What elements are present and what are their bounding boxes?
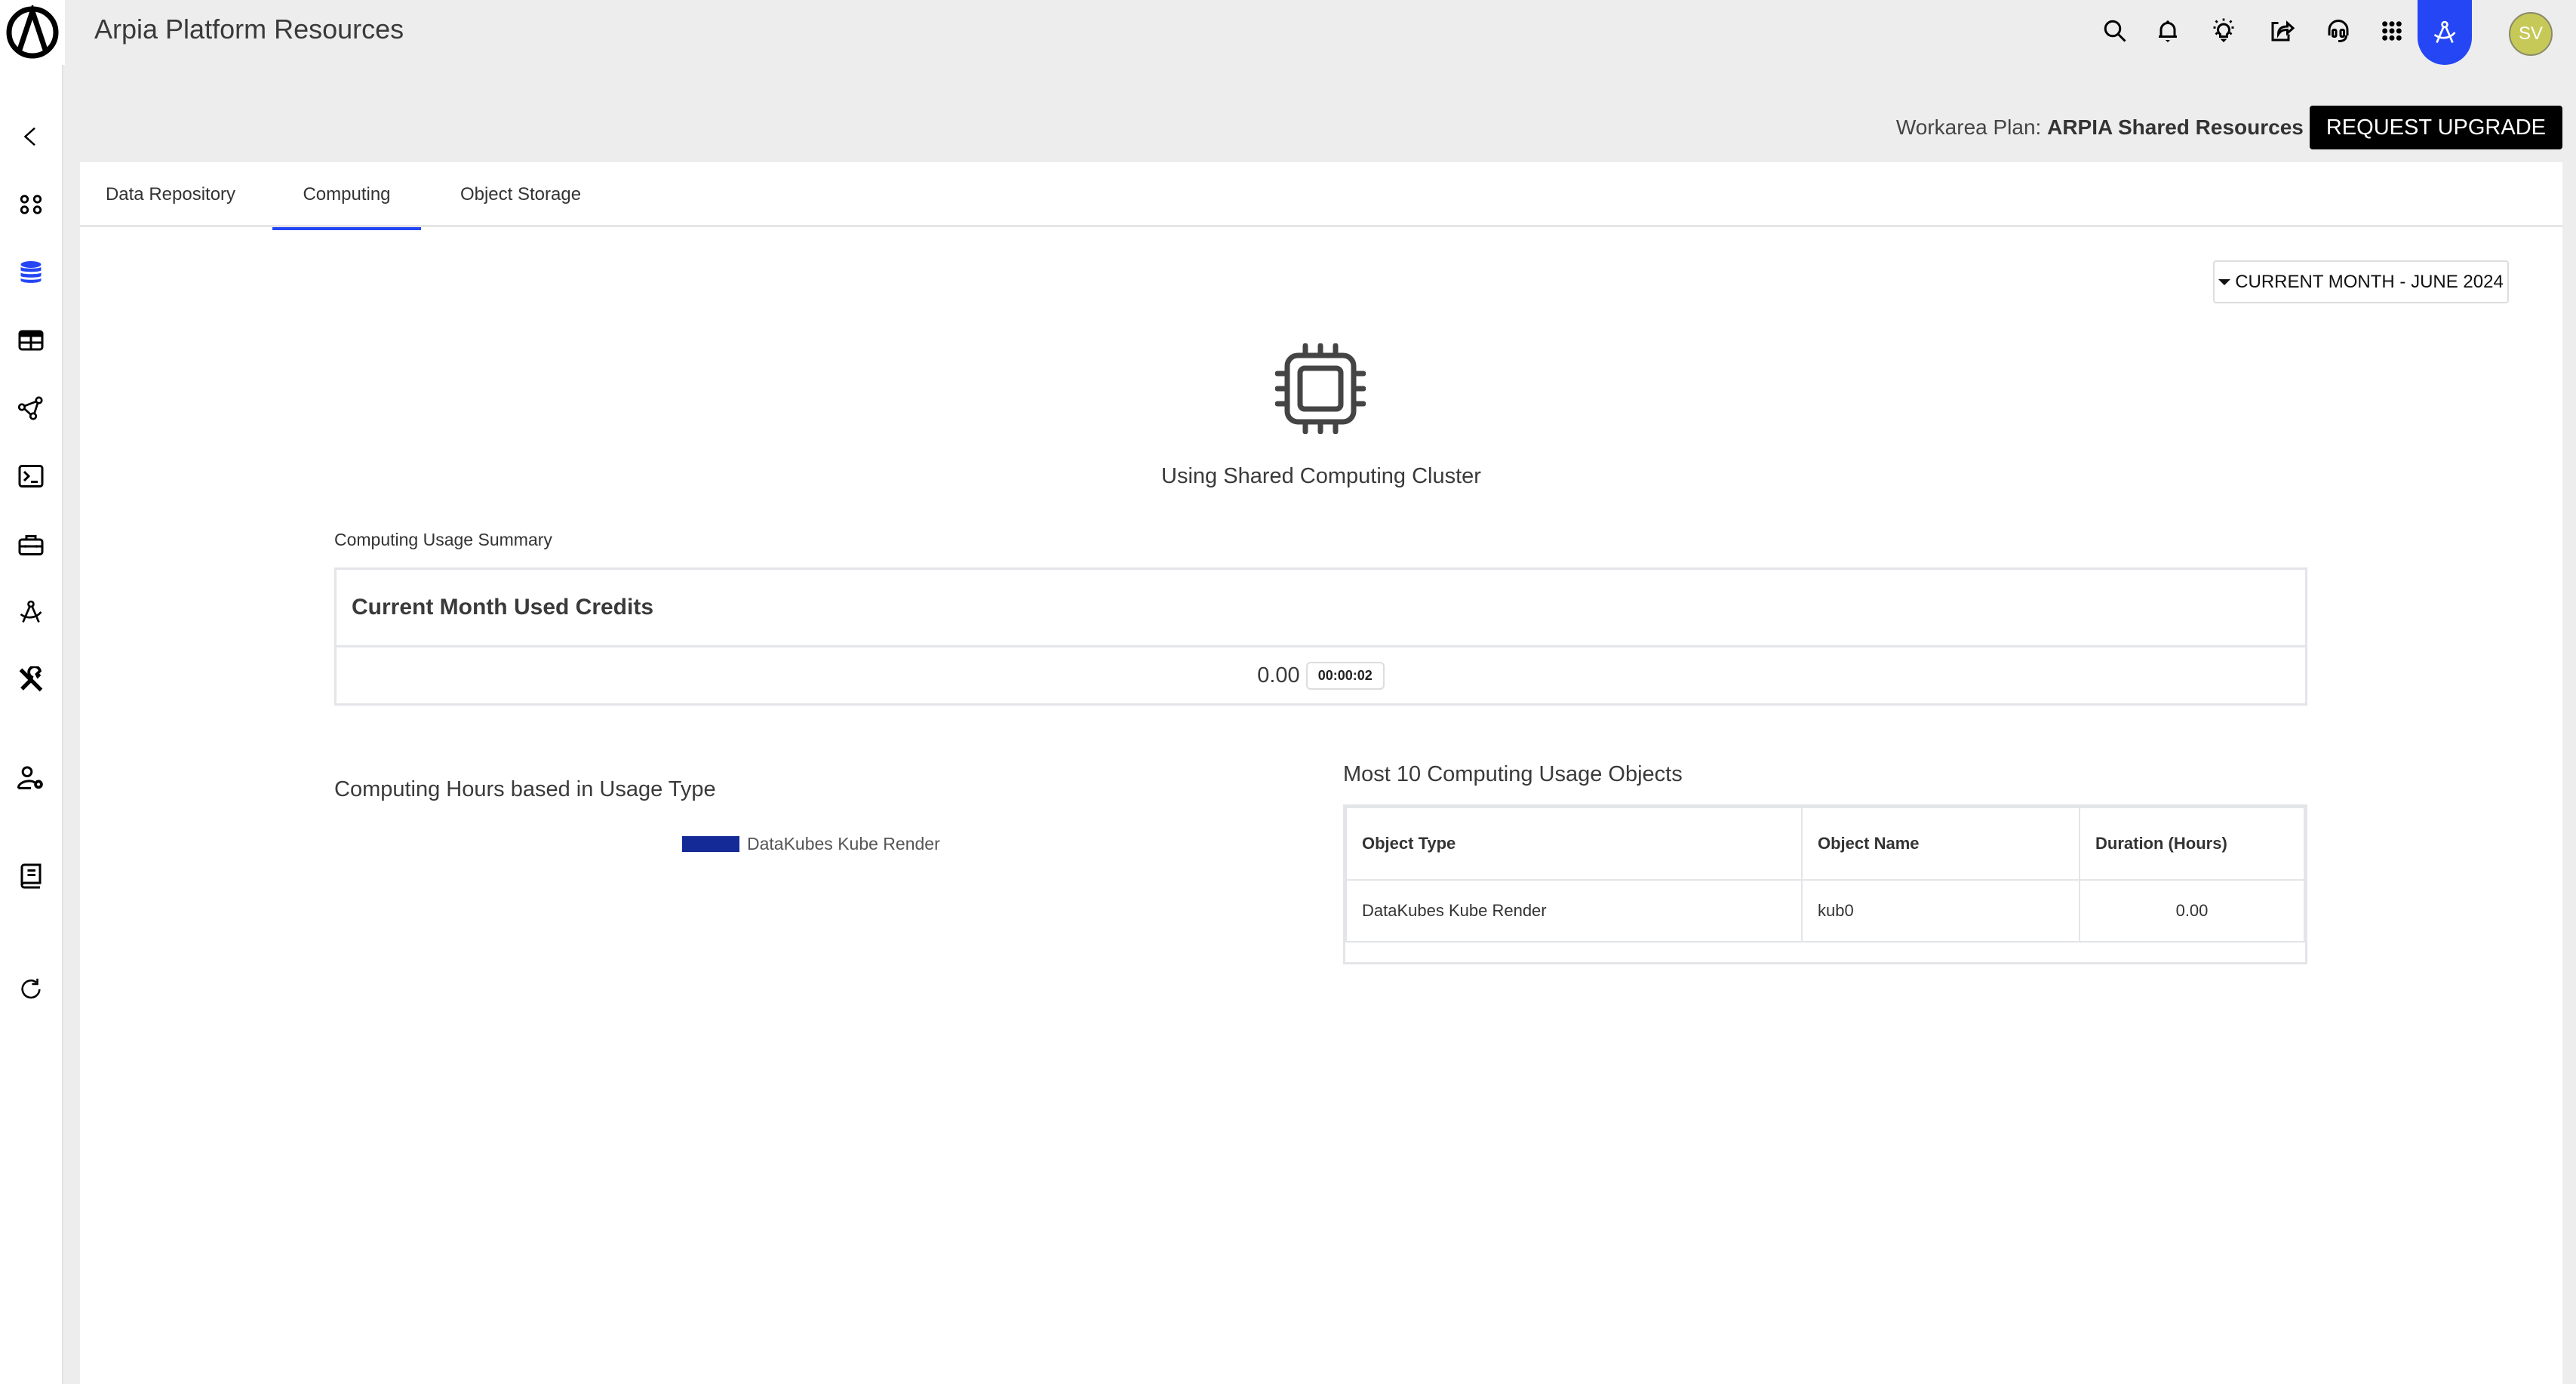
table-icon <box>18 330 44 351</box>
tab-computing[interactable]: Computing <box>272 162 421 230</box>
sidebar-item-data-repository[interactable] <box>12 254 50 291</box>
column-header-duration[interactable]: Duration (Hours) <box>2079 807 2305 881</box>
design-tool-button[interactable] <box>2418 0 2472 65</box>
sidebar-item-user-settings[interactable] <box>12 759 50 797</box>
terminal-icon <box>18 465 44 487</box>
ideas-button[interactable] <box>2205 12 2242 50</box>
arpia-logo-icon <box>6 5 59 59</box>
plan-label: Workarea Plan: <box>1895 115 2042 139</box>
elapsed-time-badge: 00:00:02 <box>1305 661 1385 690</box>
tab-object-storage[interactable]: Object Storage <box>445 162 596 227</box>
toolbox-icon <box>18 535 44 555</box>
cell-object-type: DataKubes Kube Render <box>1345 879 1803 943</box>
sidebar-refresh-button[interactable] <box>12 970 50 1008</box>
used-credits-value: 0.00 <box>1257 663 1300 687</box>
refresh-icon <box>21 978 41 999</box>
column-header-object-type[interactable]: Object Type <box>1345 807 1803 881</box>
sidebar <box>0 65 63 1384</box>
chart-title: Computing Hours based in Usage Type <box>334 777 716 801</box>
sidebar-item-design[interactable] <box>12 593 50 631</box>
period-selected: CURRENT MONTH - JUNE 2024 <box>2235 271 2504 292</box>
tools-icon <box>19 666 43 692</box>
user-avatar[interactable]: SV <box>2509 12 2553 56</box>
request-upgrade-button[interactable]: REQUEST UPGRADE <box>2309 106 2562 149</box>
database-icon <box>20 261 41 283</box>
sidebar-collapse-button[interactable] <box>12 118 50 155</box>
sidebar-item-tools[interactable] <box>12 661 50 699</box>
cluster-caption: Using Shared Computing Cluster <box>1161 464 1481 488</box>
network-icon <box>17 396 43 420</box>
search-button[interactable] <box>2096 12 2134 50</box>
workarea-plan: Workarea Plan: ARPIA Shared Resources RE… <box>1896 106 2562 149</box>
sidebar-item-network[interactable] <box>12 389 50 427</box>
chevron-left-icon <box>23 127 35 146</box>
search-icon <box>2104 20 2126 42</box>
usage-table: Object Type Object Name Duration (Hours)… <box>1343 804 2307 964</box>
apps-grid-icon <box>2382 21 2402 41</box>
apps-button[interactable] <box>2373 12 2411 50</box>
app-title: Arpia Platform Resources <box>94 14 404 45</box>
plan-info: Workarea Plan: ARPIA Shared Resources <box>1896 115 2304 140</box>
sidebar-item-tables[interactable] <box>12 321 50 359</box>
table-header-row: Object Type Object Name Duration (Hours) <box>1345 807 2305 881</box>
user-settings-icon <box>17 766 43 789</box>
summary-label: Computing Usage Summary <box>334 530 552 549</box>
sidebar-item-dashboard[interactable] <box>12 186 50 223</box>
cell-object-name: kub0 <box>1801 879 2080 943</box>
summary-value-row: 0.00 00:00:02 <box>337 647 2305 703</box>
arpia-logo[interactable] <box>0 0 65 65</box>
sidebar-item-toolbox[interactable] <box>12 525 50 563</box>
usage-table-title: Most 10 Computing Usage Objects <box>1343 762 1683 786</box>
table-footer <box>1345 943 2305 962</box>
compass-tool-icon <box>20 600 42 623</box>
compass-tool-icon <box>2433 20 2456 44</box>
legend-swatch[interactable] <box>682 836 739 852</box>
dashboard-icon <box>20 195 42 214</box>
support-button[interactable] <box>2319 12 2357 50</box>
sidebar-item-docs[interactable] <box>12 857 50 895</box>
summary-card: Current Month Used Credits 0.00 00:00:02 <box>334 567 2307 706</box>
notifications-button[interactable] <box>2149 12 2187 50</box>
book-icon <box>20 863 41 889</box>
tab-bar: Data Repository Computing Object Storage <box>80 162 2562 230</box>
summary-header: Current Month Used Credits <box>337 570 2305 647</box>
tab-data-repository[interactable]: Data Repository <box>95 162 246 227</box>
cpu-chip-icon <box>1275 343 1366 434</box>
period-dropdown[interactable]: CURRENT MONTH - JUNE 2024 <box>2213 260 2509 303</box>
sidebar-item-terminal[interactable] <box>12 457 50 495</box>
chart-legend: DataKubes Kube Render <box>682 834 940 854</box>
lightbulb-icon <box>2213 18 2234 42</box>
share-icon <box>2271 20 2295 42</box>
legend-label[interactable]: DataKubes Kube Render <box>747 834 940 854</box>
column-header-object-name[interactable]: Object Name <box>1801 807 2080 881</box>
share-button[interactable] <box>2263 12 2301 50</box>
headset-icon <box>2328 20 2349 42</box>
cell-duration: 0.00 <box>2079 879 2305 943</box>
table-row: DataKubes Kube Render kub0 0.00 <box>1345 879 2305 943</box>
main-panel: Data Repository Computing Object Storage… <box>80 162 2562 1384</box>
plan-name: ARPIA Shared Resources <box>2047 115 2304 139</box>
caret-down-icon <box>2218 278 2231 285</box>
bell-icon <box>2159 20 2177 42</box>
